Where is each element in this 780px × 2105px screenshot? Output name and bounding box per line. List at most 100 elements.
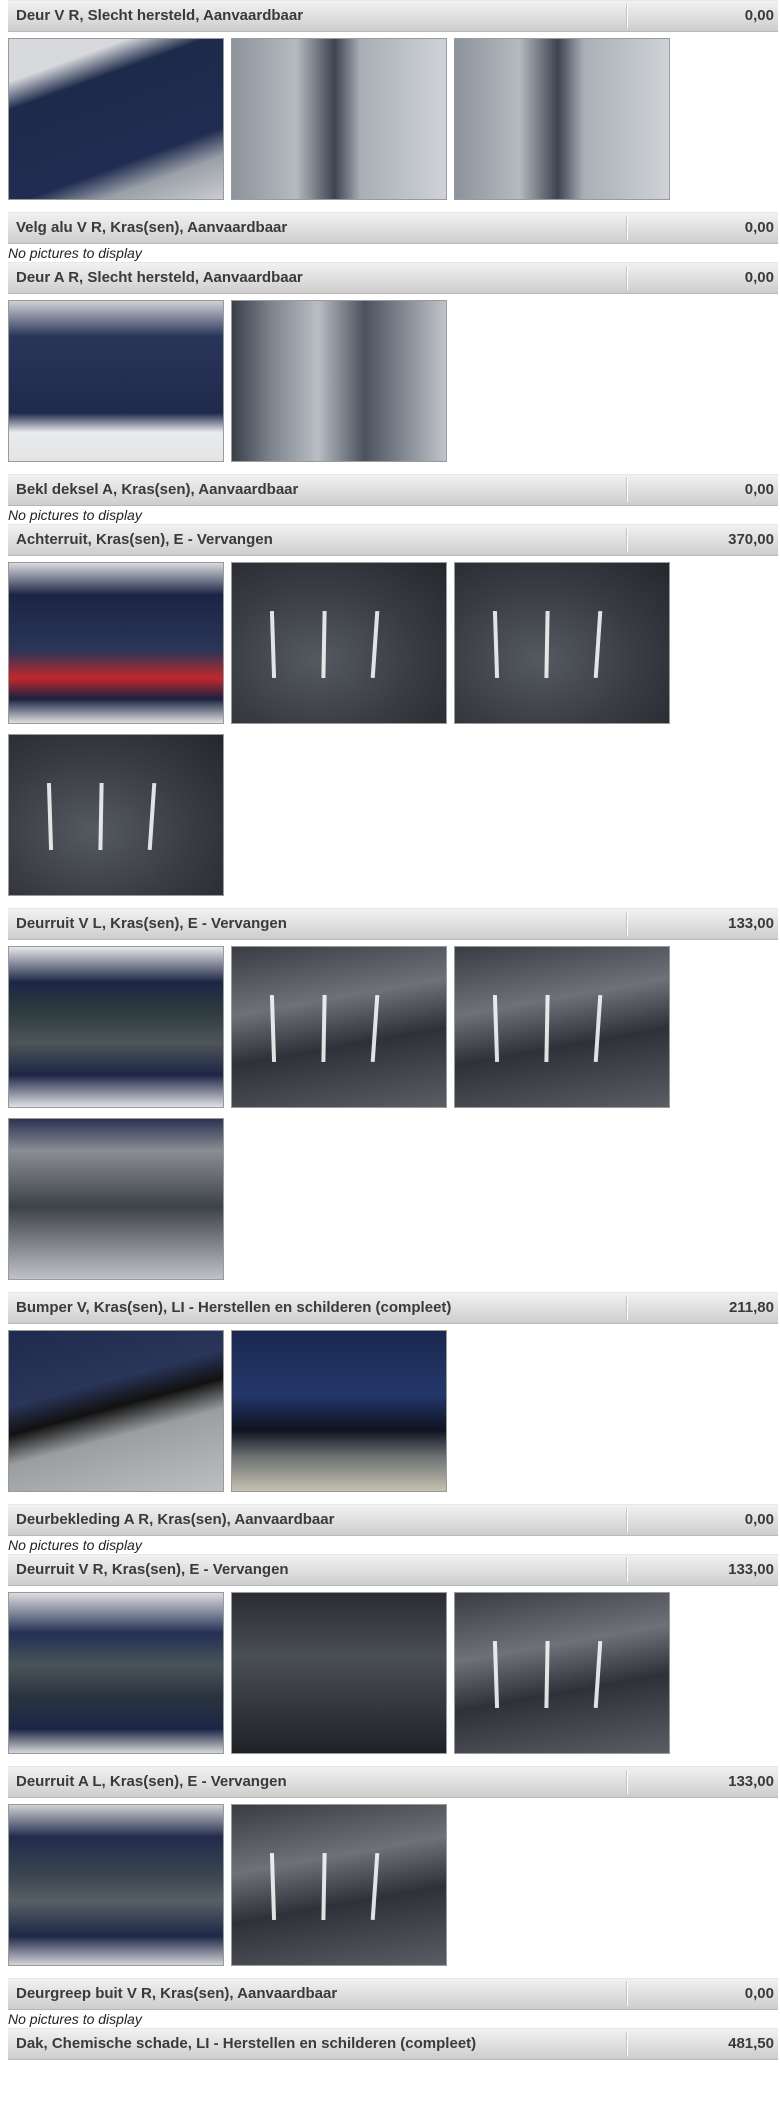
photo-gallery bbox=[8, 32, 780, 212]
damage-description: Velg alu V R, Kras(sen), Aanvaardbaar bbox=[16, 219, 288, 236]
damage-description: Deur V R, Slecht hersteld, Aanvaardbaar bbox=[16, 7, 304, 24]
glare-streak bbox=[492, 1640, 499, 1709]
column-divider bbox=[626, 1296, 628, 1320]
damage-item-header[interactable]: Dak, Chemische schade, LI - Herstellen e… bbox=[8, 2028, 778, 2060]
glare-streak bbox=[370, 994, 380, 1063]
column-divider bbox=[626, 216, 628, 240]
damage-photo-thumbnail[interactable] bbox=[8, 1804, 224, 1966]
photo-row bbox=[8, 1804, 780, 1968]
damage-item: Deurruit V R, Kras(sen), E - Vervangen 13… bbox=[0, 1554, 780, 1766]
glare-streak bbox=[269, 1852, 276, 1921]
damage-item-header[interactable]: Deurgreep buit V R, Kras(sen), Aanvaardb… bbox=[8, 1978, 778, 2010]
damage-photo-thumbnail[interactable] bbox=[231, 1592, 447, 1754]
photo-gallery bbox=[8, 294, 780, 474]
damage-amount: 0,00 bbox=[744, 7, 774, 24]
damage-item-header[interactable]: Deur A R, Slecht hersteld, Aanvaardbaar 0… bbox=[8, 262, 778, 294]
damage-photo-thumbnail[interactable] bbox=[231, 562, 447, 724]
glare-streak bbox=[593, 610, 603, 679]
damage-description: Achterruit, Kras(sen), E - Vervangen bbox=[16, 531, 273, 548]
damage-amount: 481,50 bbox=[728, 2035, 774, 2052]
damage-item: Velg alu V R, Kras(sen), Aanvaardbaar 0,0… bbox=[0, 212, 780, 262]
damage-photo-thumbnail[interactable] bbox=[454, 1592, 670, 1754]
photo-gallery bbox=[8, 1324, 780, 1504]
damage-item: Deur A R, Slecht hersteld, Aanvaardbaar 0… bbox=[0, 262, 780, 474]
no-pictures-message: No pictures to display bbox=[8, 2011, 142, 2027]
photo-row bbox=[8, 1330, 780, 1494]
damage-item-list: Deur V R, Slecht hersteld, Aanvaardbaar 0… bbox=[0, 0, 780, 2060]
damage-item-header[interactable]: Deurruit A L, Kras(sen), E - Vervangen 13… bbox=[8, 1766, 778, 1798]
photo-row bbox=[8, 1592, 780, 1756]
photo-row bbox=[8, 38, 780, 202]
damage-item: Achterruit, Kras(sen), E - Vervangen 370,… bbox=[0, 524, 780, 908]
damage-description: Bekl deksel A, Kras(sen), Aanvaardbaar bbox=[16, 481, 299, 498]
damage-photo-thumbnail[interactable] bbox=[8, 1592, 224, 1754]
damage-amount: 0,00 bbox=[744, 269, 774, 286]
column-divider bbox=[626, 528, 628, 552]
damage-description: Deur A R, Slecht hersteld, Aanvaardbaar bbox=[16, 269, 303, 286]
damage-item-header[interactable]: Deurbekleding A R, Kras(sen), Aanvaardba… bbox=[8, 1504, 778, 1536]
damage-item: Bumper V, Kras(sen), LI - Herstellen en … bbox=[0, 1292, 780, 1504]
damage-photo-thumbnail[interactable] bbox=[8, 734, 224, 896]
damage-item-header[interactable]: Deur V R, Slecht hersteld, Aanvaardbaar 0… bbox=[8, 0, 778, 32]
glare-streak bbox=[321, 610, 327, 679]
damage-amount: 133,00 bbox=[728, 1773, 774, 1790]
glare-streak bbox=[269, 610, 276, 679]
damage-photo-thumbnail[interactable] bbox=[8, 300, 224, 462]
damage-photo-thumbnail[interactable] bbox=[231, 1804, 447, 1966]
column-divider bbox=[626, 1558, 628, 1582]
glare-streak bbox=[269, 994, 276, 1063]
glare-streak bbox=[98, 782, 104, 851]
damage-description: Bumper V, Kras(sen), LI - Herstellen en … bbox=[16, 1299, 452, 1316]
damage-item-header[interactable]: Achterruit, Kras(sen), E - Vervangen 370,… bbox=[8, 524, 778, 556]
damage-item: Deurbekleding A R, Kras(sen), Aanvaardba… bbox=[0, 1504, 780, 1554]
damage-photo-thumbnail[interactable] bbox=[231, 946, 447, 1108]
damage-item-header[interactable]: Bekl deksel A, Kras(sen), Aanvaardbaar 0,… bbox=[8, 474, 778, 506]
no-pictures-message: No pictures to display bbox=[8, 245, 142, 261]
damage-description: Deurruit V R, Kras(sen), E - Vervangen bbox=[16, 1561, 289, 1578]
glare-streak bbox=[46, 782, 53, 851]
glare-streak bbox=[544, 610, 550, 679]
damage-item: Bekl deksel A, Kras(sen), Aanvaardbaar 0,… bbox=[0, 474, 780, 524]
damage-item-header[interactable]: Velg alu V R, Kras(sen), Aanvaardbaar 0,0… bbox=[8, 212, 778, 244]
column-divider bbox=[626, 4, 628, 28]
damage-photo-thumbnail[interactable] bbox=[231, 38, 447, 200]
damage-photo-thumbnail[interactable] bbox=[231, 300, 447, 462]
damage-amount: 133,00 bbox=[728, 1561, 774, 1578]
column-divider bbox=[626, 1508, 628, 1532]
column-divider bbox=[626, 266, 628, 290]
damage-photo-thumbnail[interactable] bbox=[454, 946, 670, 1108]
column-divider bbox=[626, 1770, 628, 1794]
photo-row bbox=[8, 946, 780, 1110]
damage-photo-thumbnail[interactable] bbox=[454, 38, 670, 200]
column-divider bbox=[626, 478, 628, 502]
damage-photo-thumbnail[interactable] bbox=[8, 1330, 224, 1492]
photo-row bbox=[8, 562, 780, 726]
damage-photo-thumbnail[interactable] bbox=[8, 946, 224, 1108]
damage-item-header[interactable]: Deurruit V L, Kras(sen), E - Vervangen 13… bbox=[8, 908, 778, 940]
damage-item-header[interactable]: Deurruit V R, Kras(sen), E - Vervangen 13… bbox=[8, 1554, 778, 1586]
damage-description: Dak, Chemische schade, LI - Herstellen e… bbox=[16, 2035, 477, 2052]
column-divider bbox=[626, 912, 628, 936]
damage-item: Deurruit V L, Kras(sen), E - Vervangen 13… bbox=[0, 908, 780, 1292]
damage-photo-thumbnail[interactable] bbox=[8, 1118, 224, 1280]
damage-description: Deurruit A L, Kras(sen), E - Vervangen bbox=[16, 1773, 287, 1790]
damage-amount: 0,00 bbox=[744, 1511, 774, 1528]
damage-photo-thumbnail[interactable] bbox=[454, 562, 670, 724]
photo-row bbox=[8, 734, 780, 898]
damage-amount: 133,00 bbox=[728, 915, 774, 932]
damage-photo-thumbnail[interactable] bbox=[231, 1330, 447, 1492]
photo-row bbox=[8, 300, 780, 464]
photo-gallery bbox=[8, 1586, 780, 1766]
damage-photo-thumbnail[interactable] bbox=[8, 38, 224, 200]
damage-item-header[interactable]: Bumper V, Kras(sen), LI - Herstellen en … bbox=[8, 1292, 778, 1324]
damage-amount: 0,00 bbox=[744, 219, 774, 236]
glare-streak bbox=[370, 1852, 380, 1921]
damage-description: Deurbekleding A R, Kras(sen), Aanvaardba… bbox=[16, 1511, 335, 1528]
damage-description: Deurruit V L, Kras(sen), E - Vervangen bbox=[16, 915, 287, 932]
glare-streak bbox=[492, 610, 499, 679]
photo-gallery bbox=[8, 556, 780, 908]
glare-streak bbox=[544, 1640, 550, 1709]
damage-photo-thumbnail[interactable] bbox=[8, 562, 224, 724]
photo-gallery bbox=[8, 940, 780, 1292]
damage-amount: 0,00 bbox=[744, 481, 774, 498]
